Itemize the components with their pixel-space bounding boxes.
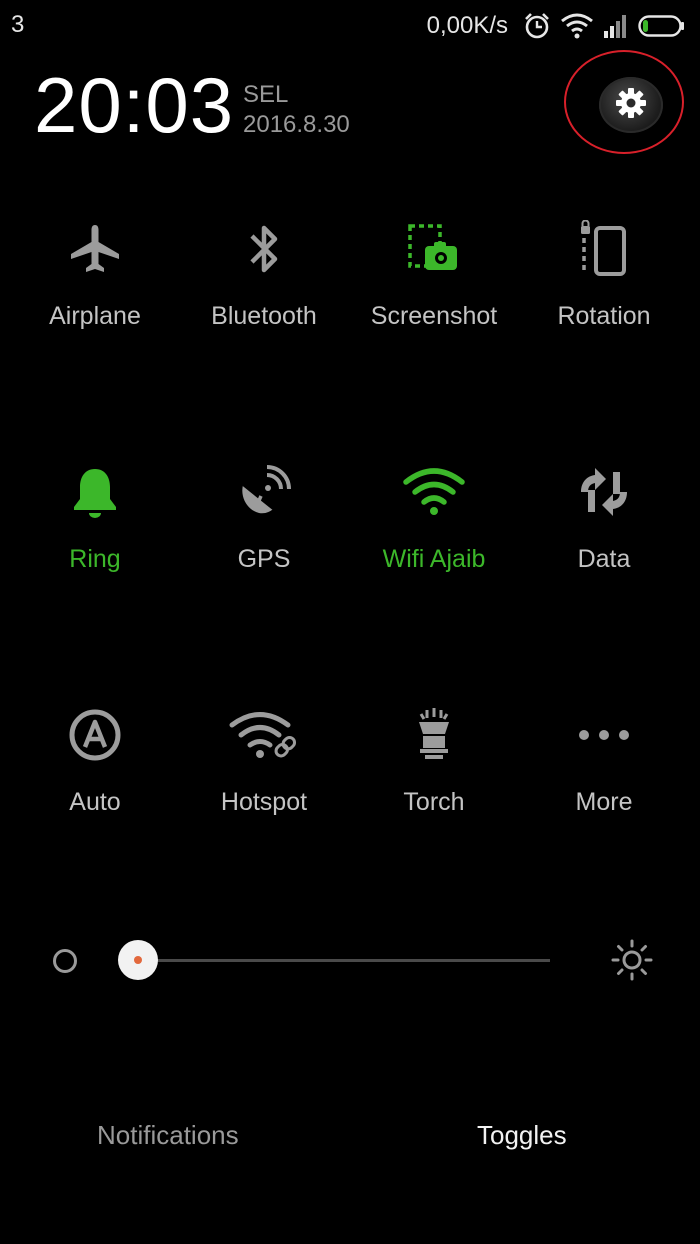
bluetooth-icon: [179, 214, 349, 284]
clock-time: 20:03: [34, 61, 235, 149]
toggle-label: More: [575, 788, 633, 816]
toggle-label: Rotation: [557, 302, 651, 330]
toggle-label: GPS: [237, 545, 291, 573]
toggle-label: Hotspot: [220, 788, 308, 816]
toggle-label: Screenshot: [370, 302, 498, 330]
more-icon: [519, 700, 689, 770]
day-of-week: SEL: [243, 81, 289, 108]
signal-icon: [602, 13, 630, 39]
status-bar: 3 0,00K/s: [0, 0, 700, 52]
torch-icon: [349, 700, 519, 770]
toggle-label: Data: [577, 545, 631, 573]
gear-icon: [613, 85, 649, 126]
toggle-hotspot[interactable]: Hotspot: [179, 700, 349, 817]
auto-brightness-icon: [10, 700, 180, 770]
hotspot-icon: [179, 700, 349, 770]
toggle-label: Torch: [403, 788, 465, 816]
wifi-icon: [349, 457, 519, 527]
toggle-torch[interactable]: Torch: [349, 700, 519, 817]
airplane-icon: [10, 214, 180, 284]
wifi-status-icon: [560, 12, 594, 40]
toggle-more[interactable]: More: [519, 700, 689, 817]
toggle-gps[interactable]: GPS: [179, 457, 349, 574]
screenshot-icon: [349, 214, 519, 284]
date-block: SEL 2016.8.30: [243, 80, 350, 140]
toggle-auto[interactable]: Auto: [10, 700, 180, 817]
settings-button[interactable]: [599, 77, 663, 133]
battery-icon: [638, 14, 686, 38]
bell-icon: [10, 457, 180, 527]
toggle-data[interactable]: Data: [519, 457, 689, 574]
bottom-tabs: Notifications Toggles: [0, 1112, 700, 1162]
data-icon: [519, 457, 689, 527]
toggle-bluetooth[interactable]: Bluetooth: [179, 214, 349, 331]
tab-notifications[interactable]: Notifications: [97, 1120, 239, 1151]
network-speed: 0,00K/s: [426, 12, 508, 39]
toggle-label: Auto: [69, 788, 121, 816]
toggle-rotation[interactable]: Rotation: [519, 214, 689, 331]
settings-area: [564, 50, 688, 158]
toggle-screenshot[interactable]: Screenshot: [349, 214, 519, 331]
date-text: 2016.8.30: [243, 111, 350, 138]
toggle-airplane[interactable]: Airplane: [10, 214, 180, 331]
brightness-thumb[interactable]: [118, 940, 158, 980]
toggle-label: Airplane: [49, 302, 141, 330]
gps-icon: [179, 457, 349, 527]
alarm-icon: [522, 11, 552, 41]
tab-toggles[interactable]: Toggles: [477, 1120, 567, 1151]
brightness-low-icon: [53, 949, 77, 973]
toggle-wifi[interactable]: Wifi Ajaib: [349, 457, 519, 574]
brightness-track[interactable]: [138, 959, 550, 962]
toggle-label: Wifi Ajaib: [382, 545, 486, 573]
status-right-group: 0,00K/s: [427, 8, 686, 44]
toggle-label: Ring: [69, 545, 121, 573]
toggle-ring[interactable]: Ring: [10, 457, 180, 574]
status-left-indicator: 3: [11, 11, 25, 38]
toggle-label: Bluetooth: [211, 302, 317, 330]
rotation-icon: [519, 214, 689, 284]
brightness-high-icon: [610, 938, 654, 987]
brightness-slider[interactable]: [0, 930, 700, 990]
